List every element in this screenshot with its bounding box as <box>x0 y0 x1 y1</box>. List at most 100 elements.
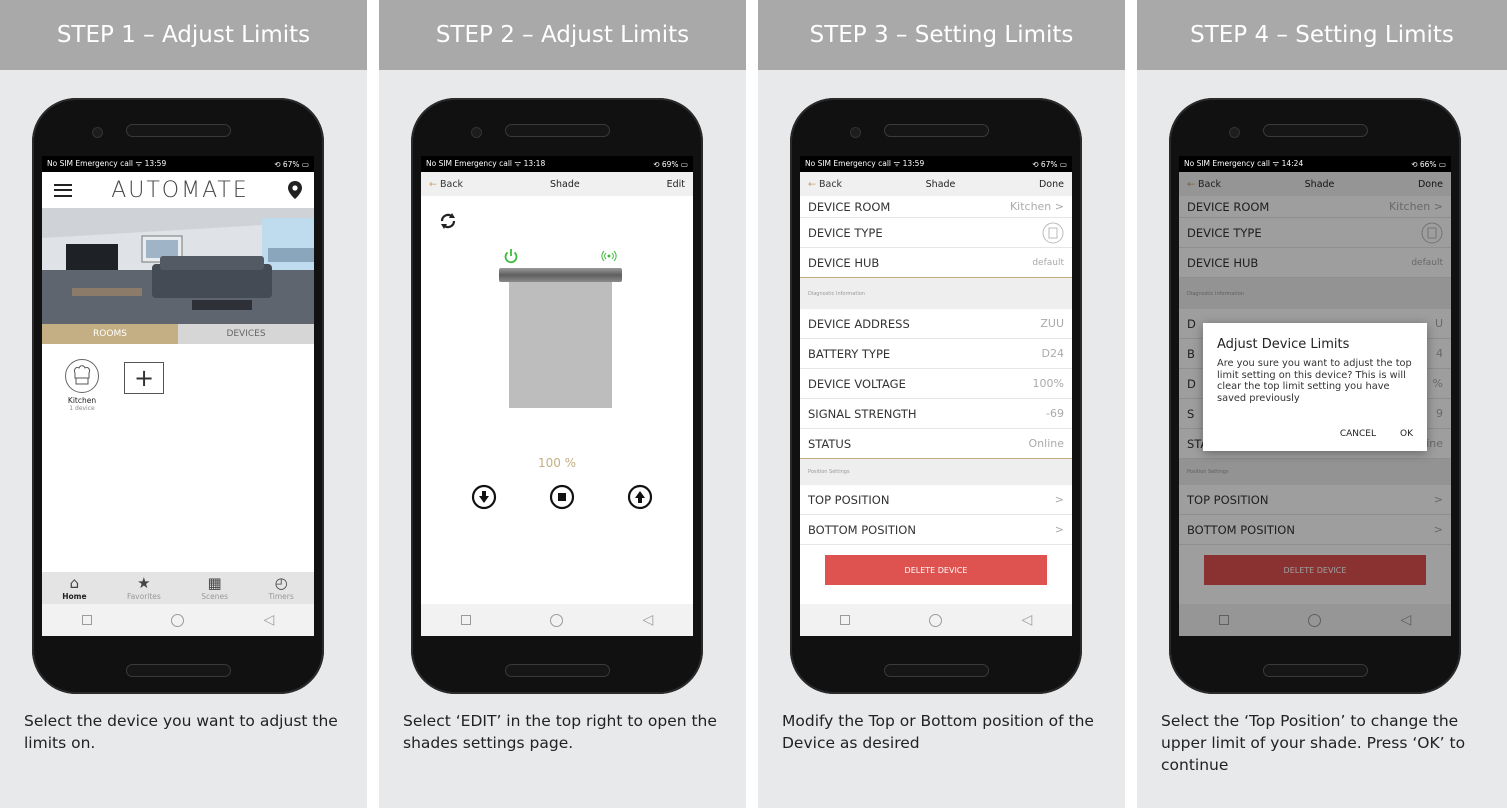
row-signal-strength: SIGNAL STRENGTH -69 <box>800 399 1072 429</box>
nav-header: ← Back Shade Done <box>800 172 1072 196</box>
back-label: Back <box>819 178 843 190</box>
shade-percentage: 100 % <box>537 456 577 470</box>
tab-home[interactable]: ⌂ Home <box>62 572 86 604</box>
tab-rooms[interactable]: ROOMS <box>42 324 178 344</box>
row-label: TOP POSITION <box>808 492 890 507</box>
page-title: Shade <box>925 178 956 190</box>
step-3-caption: Modify the Top or Bottom position of the… <box>782 712 1094 752</box>
edit-button[interactable]: Edit <box>667 179 685 190</box>
shade-fabric <box>509 282 612 408</box>
bottom-speaker-grille <box>884 664 989 677</box>
signal-icon <box>601 250 617 262</box>
room-grid: Kitchen 1 device + <box>42 344 314 412</box>
speaker-grille <box>126 124 231 137</box>
done-button[interactable]: Done <box>1039 179 1064 190</box>
tab-devices[interactable]: DEVICES <box>178 324 314 344</box>
kitchen-chef-icon <box>65 359 99 393</box>
tab-timers-label: Timers <box>268 591 294 601</box>
home-circle-icon[interactable] <box>171 613 185 627</box>
recents-icon[interactable] <box>460 615 471 625</box>
tab-timers[interactable]: ◴ Timers <box>268 572 293 604</box>
star-icon: ★ <box>137 573 151 592</box>
row-value: Kitchen > <box>1009 200 1064 213</box>
shade-roller <box>499 268 622 282</box>
shade-controls <box>471 484 653 510</box>
section-diagnostic: Diagnostic Information <box>800 278 1072 309</box>
row-label: BATTERY TYPE <box>808 346 891 361</box>
dialog-cancel-button[interactable]: CANCEL <box>1340 429 1376 439</box>
camera-icon <box>850 127 861 138</box>
status-bar: No SIM Emergency call ᯤ 13:59 ⟲ 67% ▭ <box>42 156 314 172</box>
row-value: Online <box>1028 437 1064 450</box>
row-label: STATUS <box>808 436 852 451</box>
app-logo: AUTOMATE <box>111 177 249 203</box>
speaker-grille <box>1263 124 1368 137</box>
speaker-grille <box>505 124 610 137</box>
phone-screen: No SIM Emergency call ᯤ 13:59 ⟲ 67% ▭ AU… <box>42 156 314 636</box>
android-nav-bar: ◁ <box>421 604 693 636</box>
row-status: STATUS Online <box>800 429 1072 459</box>
back-triangle-icon[interactable]: ◁ <box>643 612 654 628</box>
nav-header: ← Back Shade Edit <box>421 172 693 196</box>
row-label: SIGNAL STRENGTH <box>808 406 917 421</box>
tab-scenes[interactable]: ▦ Scenes <box>201 572 228 604</box>
arrow-down-icon[interactable] <box>471 484 497 510</box>
back-button[interactable]: ← Back <box>429 179 463 190</box>
status-left: No SIM Emergency call ᯤ 13:18 <box>426 159 546 168</box>
tab-favorites-label: Favorites <box>126 591 161 601</box>
row-label: BOTTOM POSITION <box>808 522 916 537</box>
back-button[interactable]: ← Back <box>808 179 842 190</box>
stop-icon[interactable] <box>549 484 575 510</box>
location-pin-icon[interactable] <box>287 181 302 199</box>
add-room-button[interactable]: + <box>124 362 164 394</box>
room-tile-kitchen[interactable]: Kitchen 1 device <box>62 358 102 412</box>
arrow-up-icon[interactable] <box>627 484 653 510</box>
recents-icon[interactable] <box>839 615 850 625</box>
row-label: DEVICE ROOM <box>808 199 891 214</box>
plus-icon: + <box>133 364 155 392</box>
row-value: 100% <box>1032 377 1064 390</box>
tab-home-label: Home <box>62 591 87 601</box>
back-arrow-icon: ← <box>429 178 437 190</box>
status-bar: No SIM Emergency call ᯤ 13:59 ⟲ 67% ▭ <box>800 156 1072 172</box>
rooms-devices-tabs: ROOMS DEVICES <box>42 324 314 344</box>
row-value: D24 <box>1041 347 1064 360</box>
step-2-panel: STEP 2 – Adjust Limits No SIM Emergency … <box>379 0 746 808</box>
phone-screen: No SIM Emergency call ᯤ 14:24 ⟲ 66% ▭ ← … <box>1179 156 1451 636</box>
dialog-ok-button[interactable]: OK <box>1400 429 1413 439</box>
recents-icon[interactable] <box>81 615 92 625</box>
step-3-panel: STEP 3 – Setting Limits No SIM Emergency… <box>758 0 1125 808</box>
bottom-speaker-grille <box>126 664 231 677</box>
row-device-hub[interactable]: DEVICE HUB default <box>800 248 1072 278</box>
clock-icon: ◴ <box>274 573 288 592</box>
row-device-room[interactable]: DEVICE ROOM Kitchen > <box>800 196 1072 218</box>
tab-favorites[interactable]: ★ Favorites <box>127 572 161 604</box>
row-label: DEVICE VOLTAGE <box>808 376 906 391</box>
room-photo <box>42 208 314 324</box>
step-2-title: STEP 2 – Adjust Limits <box>379 0 746 70</box>
chevron-right-icon: > <box>1054 493 1064 506</box>
section-position: Position Settings <box>800 459 1072 485</box>
adjust-limits-dialog: Adjust Device Limits Are you sure you wa… <box>1203 323 1427 451</box>
home-icon: ⌂ <box>69 573 80 592</box>
refresh-icon[interactable] <box>439 212 457 230</box>
chevron-right-icon: > <box>1054 523 1064 536</box>
row-bottom-position[interactable]: BOTTOM POSITION > <box>800 515 1072 545</box>
power-icon[interactable] <box>503 248 519 264</box>
status-left: No SIM Emergency call ᯤ 14:24 <box>1184 159 1304 168</box>
row-label: DEVICE ADDRESS <box>808 316 910 331</box>
bottom-speaker-grille <box>505 664 610 677</box>
menu-icon[interactable] <box>54 183 72 197</box>
phone-mockup: No SIM Emergency call ᯤ 13:59 ⟲ 67% ▭ AU… <box>32 98 324 694</box>
status-right: ⟲ 66% ▭ <box>1411 159 1446 169</box>
back-triangle-icon[interactable]: ◁ <box>1022 612 1033 628</box>
delete-device-button[interactable]: DELETE DEVICE <box>825 555 1047 585</box>
back-triangle-icon[interactable]: ◁ <box>264 612 275 628</box>
row-top-position[interactable]: TOP POSITION > <box>800 485 1072 515</box>
row-value: default <box>1032 257 1064 268</box>
phone-mockup: No SIM Emergency call ᯤ 13:18 ⟲ 69% ▭ ← … <box>411 98 703 694</box>
row-device-type[interactable]: DEVICE TYPE <box>800 218 1072 248</box>
home-circle-icon[interactable] <box>929 613 943 627</box>
phone-screen: No SIM Emergency call ᯤ 13:18 ⟲ 69% ▭ ← … <box>421 156 693 636</box>
home-circle-icon[interactable] <box>550 613 564 627</box>
